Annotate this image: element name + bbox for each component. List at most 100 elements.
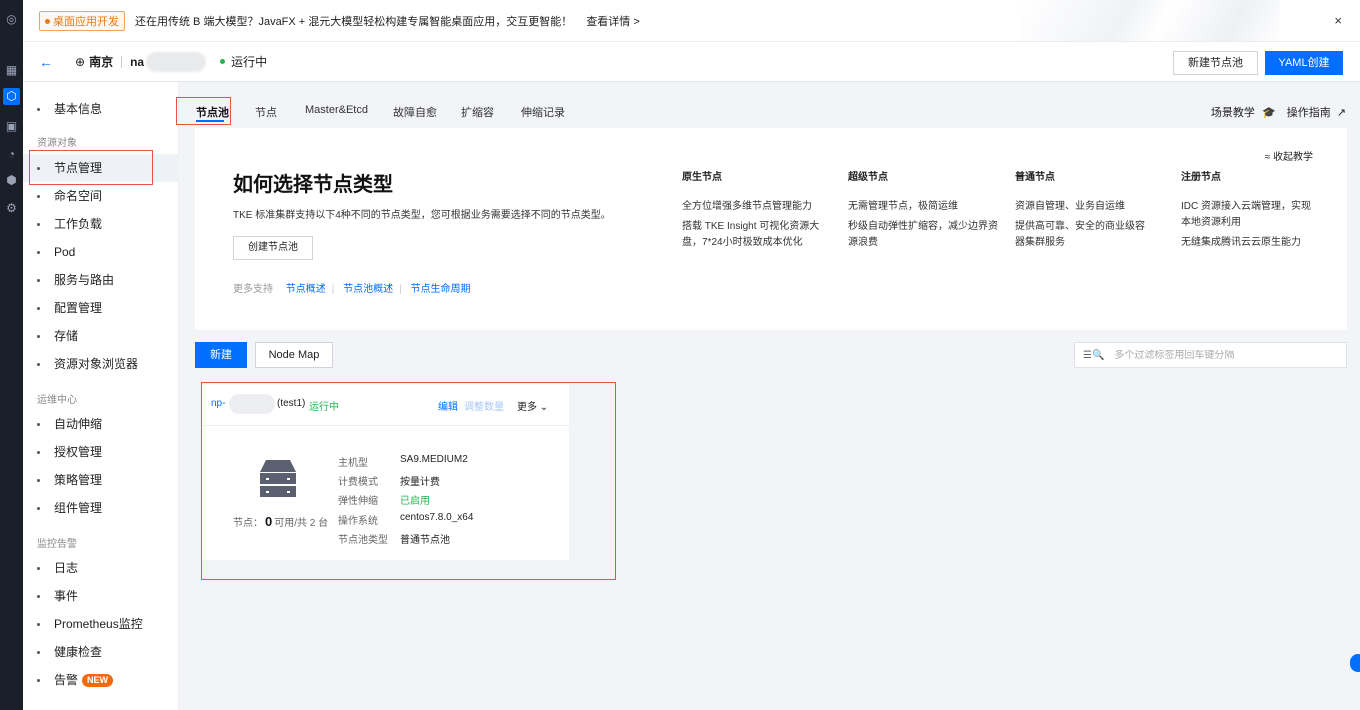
sidebar-item-label: 工作负载 <box>54 217 103 231</box>
filter-search[interactable]: ☰🔍 <box>1074 342 1347 368</box>
create-node-pool-button[interactable]: 创建节点池 <box>233 236 313 260</box>
node-lifecycle-link[interactable]: 节点生命周期 <box>411 284 471 295</box>
sidebar-item-label: 日志 <box>54 561 79 575</box>
highlight-box-node-pool-card <box>201 382 616 580</box>
sidebar-item-workload[interactable]: 工作负载 <box>23 210 179 238</box>
cluster-status: 运行中 <box>231 55 268 69</box>
collapse-tutorial-link[interactable]: ≈ 收起教学 <box>1265 148 1313 163</box>
cube-icon[interactable]: ⬢ <box>3 172 20 189</box>
container-service-icon[interactable]: ⬡ <box>3 88 20 105</box>
sidebar-item-label: 自动伸缩 <box>54 417 103 431</box>
sidebar-item-label: 事件 <box>54 589 79 603</box>
sidebar-item-health-check[interactable]: 健康检查 <box>23 638 179 666</box>
close-icon[interactable]: × <box>1334 13 1342 28</box>
new-badge: NEW <box>82 674 114 688</box>
sidebar-item-logs[interactable]: 日志 <box>23 554 179 582</box>
sidebar-item-label: 存储 <box>54 329 79 343</box>
sidebar-item-label: Prometheus监控 <box>54 617 143 631</box>
sidebar-item-autoscale[interactable]: 自动伸缩 <box>23 410 179 438</box>
node-map-button[interactable]: Node Map <box>255 342 333 368</box>
region-label: 南京 <box>89 55 114 69</box>
sidebar-item-label: 策略管理 <box>54 473 103 487</box>
section-ops: 运维中心 <box>37 395 77 406</box>
sidebar-item-prometheus[interactable]: Prometheus监控 <box>23 610 179 638</box>
tab-master-etcd[interactable]: Master&Etcd <box>305 104 368 116</box>
active-tab-indicator <box>196 120 224 122</box>
operation-guide-link[interactable]: 操作指南 <box>1287 107 1331 119</box>
sidebar-item-label: 资源对象浏览器 <box>54 357 139 371</box>
left-rail: ◎ ▦ ⬡ ▣ ◔ ⬢ ⚙ <box>0 0 23 710</box>
sidebar-item-resource-browser[interactable]: 资源对象浏览器 <box>23 350 179 378</box>
banner-decoration <box>1020 0 1280 41</box>
intro-title: 如何选择节点类型 <box>233 174 393 196</box>
sidebar-item-label: 命名空间 <box>54 189 103 203</box>
node-pool-overview-link[interactable]: 节点池概述 <box>343 284 393 295</box>
redacted-cluster-name <box>146 51 207 72</box>
box-icon[interactable]: ▣ <box>3 118 20 135</box>
sidebar-item-config[interactable]: 配置管理 <box>23 294 179 322</box>
node-type-line: 无缝集成腾讯云云原生能力 <box>1181 237 1301 248</box>
back-arrow-icon[interactable]: ← <box>39 54 53 70</box>
promo-banner: 桌面应用开发 还在用传统 B 端大模型？JavaFX + 混元大模型轻松构建专属… <box>23 0 1360 42</box>
sidebar-item-policy[interactable]: 策略管理 <box>23 466 179 494</box>
tab-scaling[interactable]: 扩缩容 <box>461 104 494 120</box>
node-type-line: 秒级自动弹性扩缩容，减少边界资源浪费 <box>848 221 998 248</box>
scene-tutorial-link[interactable]: 场景教学 <box>1211 107 1255 119</box>
sidebar-item-label: Pod <box>54 245 76 259</box>
tab-nodes[interactable]: 节点 <box>255 104 277 120</box>
sidebar-item-label: 授权管理 <box>54 445 103 459</box>
sidebar-item-events[interactable]: 事件 <box>23 582 179 610</box>
node-type-line: 搭载 TKE Insight 可视化资源大盘，7*24小时极致成本优化 <box>682 221 820 248</box>
node-type-normal: 普通节点 资源自管理、业务自运维 提供高可靠、安全的商业级容器集群服务 <box>1015 168 1145 255</box>
sidebar-item-components[interactable]: 组件管理 <box>23 494 179 522</box>
external-link-icon: ↗ <box>1336 107 1346 119</box>
sidebar-item-pod[interactable]: Pod <box>23 238 179 266</box>
help-links: 场景教学 🎓 操作指南 ↗ <box>1211 104 1346 120</box>
sidebar-item-alerts[interactable]: 告警 NEW <box>23 666 179 694</box>
add-button[interactable]: 新建 <box>195 342 247 368</box>
sidebar-item-namespace[interactable]: 命名空间 <box>23 182 179 210</box>
globe-icon: ⊕ <box>75 54 86 69</box>
node-type-line: 资源自管理、业务自运维 <box>1015 201 1125 212</box>
section-monitor: 监控告警 <box>37 539 77 550</box>
node-type-title: 原生节点 <box>682 172 722 183</box>
node-type-title: 注册节点 <box>1181 172 1221 183</box>
banner-tag-text: 桌面应用开发 <box>53 15 119 28</box>
sidebar-item-label: 组件管理 <box>54 501 103 515</box>
node-type-title: 超级节点 <box>848 172 888 183</box>
node-type-title: 普通节点 <box>1015 172 1055 183</box>
node-type-line: 全方位增强多维节点管理能力 <box>682 201 812 212</box>
settings-icon[interactable]: ⚙ <box>3 200 20 217</box>
search-input[interactable] <box>1114 349 1335 361</box>
double-chevron-up-icon: ≈ <box>1264 152 1273 163</box>
node-overview-link[interactable]: 节点概述 <box>286 284 326 295</box>
sidebar-item-label: 基本信息 <box>54 102 103 116</box>
sidebar-item-authorization[interactable]: 授权管理 <box>23 438 179 466</box>
tab-node-pool[interactable]: 节点池 <box>196 104 229 120</box>
cluster-name: na <box>130 54 145 69</box>
sidebar-item-label: 告警 <box>54 673 79 687</box>
sidebar-item-basic-info[interactable]: 基本信息 <box>23 95 179 123</box>
logo-icon[interactable]: ◎ <box>3 11 20 28</box>
floating-assistant-button[interactable] <box>1350 654 1360 672</box>
header-divider <box>121 55 123 68</box>
tab-scaling-records[interactable]: 伸缩记录 <box>521 104 565 120</box>
cluster-header: ← ⊕ 南京 na 运行中 新建节点池 YAML创建 <box>23 42 1360 82</box>
sidebar-item-storage[interactable]: 存储 <box>23 322 179 350</box>
banner-tag[interactable]: 桌面应用开发 <box>39 10 125 31</box>
sidebar-item-service-route[interactable]: 服务与路由 <box>23 266 179 294</box>
node-type-line: IDC 资源接入云端管理，实现本地资源利用 <box>1181 201 1311 228</box>
monitor-icon[interactable]: ◔ <box>3 146 20 163</box>
sidebar-item-label: 服务与路由 <box>54 273 115 287</box>
filter-search-icon: ☰🔍 <box>1083 349 1105 361</box>
new-node-pool-button[interactable]: 新建节点池 <box>1173 51 1258 75</box>
yaml-create-button[interactable]: YAML创建 <box>1265 51 1343 75</box>
grid-icon[interactable]: ▦ <box>3 62 20 79</box>
intro-description: TKE 标准集群支持以下4种不同的节点类型，您可根据业务需要选择不同的节点类型。 <box>233 210 611 221</box>
sidebar-item-label: 配置管理 <box>54 301 103 315</box>
more-support-links: 更多支持 节点概述 | 节点池概述 | 节点生命周期 <box>233 284 471 295</box>
section-resources: 资源对象 <box>37 138 77 149</box>
banner-detail-link[interactable]: 查看详情 > <box>586 13 639 29</box>
status-dot <box>220 59 226 64</box>
tab-self-healing[interactable]: 故障自愈 <box>393 104 437 120</box>
